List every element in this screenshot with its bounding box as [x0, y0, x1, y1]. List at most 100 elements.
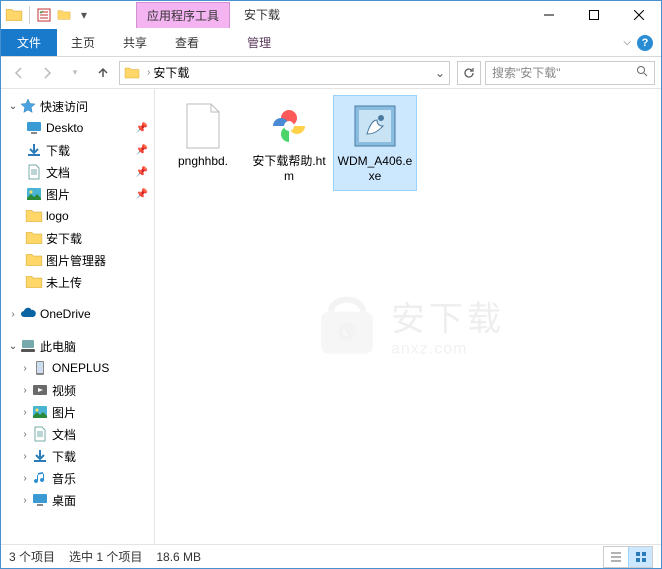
file-icon: [179, 102, 227, 150]
chevron-right-icon[interactable]: ›: [19, 363, 31, 374]
refresh-button[interactable]: [457, 61, 481, 85]
sidebar-item-pc-documents[interactable]: ›文档: [1, 423, 154, 445]
folder-icon: [25, 251, 43, 269]
nav-label: Deskto: [46, 121, 83, 135]
tab-manage[interactable]: 管理: [229, 29, 289, 56]
close-button[interactable]: [616, 1, 661, 29]
watermark-title: 安下载: [391, 292, 505, 341]
nav-label: 图片管理器: [46, 252, 106, 269]
nav-this-pc[interactable]: ⌄此电脑: [1, 335, 154, 357]
status-size: 18.6 MB: [156, 550, 201, 564]
separator: [29, 6, 30, 24]
music-icon: [31, 469, 49, 487]
sidebar-item-anxz[interactable]: 安下载: [1, 227, 154, 249]
item-label: 安下载帮助.htm: [250, 154, 328, 184]
chevron-right-icon[interactable]: ›: [19, 495, 31, 506]
new-folder-icon[interactable]: [56, 7, 72, 23]
chevron-right-icon[interactable]: ›: [7, 309, 19, 320]
item-list: pnghhbd. 安下载帮助.htm WDM_A406.exe: [155, 89, 661, 197]
properties-icon[interactable]: [36, 7, 52, 23]
file-item[interactable]: 安下载帮助.htm: [247, 95, 331, 191]
breadcrumb-item[interactable]: 安下载: [153, 64, 189, 81]
chevron-down-icon[interactable]: ⌄: [7, 101, 19, 112]
watermark-sub: anxz.com: [391, 341, 505, 359]
ribbon: 文件 主页 共享 查看 管理 ⌵ ?: [1, 29, 661, 57]
ribbon-expand-icon[interactable]: ⌵: [623, 37, 631, 48]
view-toggle: [603, 546, 653, 568]
sidebar-item-logo[interactable]: logo: [1, 205, 154, 227]
video-icon: [31, 381, 49, 399]
htm-icon: [265, 102, 313, 150]
nav-quick-access[interactable]: ⌄ 快速访问: [1, 95, 154, 117]
nav-label: 安下载: [46, 230, 82, 247]
pin-icon: 📌: [136, 189, 148, 200]
details-view-button[interactable]: [604, 547, 628, 567]
search-placeholder: 搜索"安下载": [492, 64, 636, 81]
maximize-button[interactable]: [571, 1, 616, 29]
search-input[interactable]: 搜索"安下载": [485, 61, 655, 85]
app-icon: [5, 6, 23, 24]
sidebar-item-img-mgr[interactable]: 图片管理器: [1, 249, 154, 271]
pc-icon: [19, 337, 37, 355]
content-pane[interactable]: pnghhbd. 安下载帮助.htm WDM_A406.exe 安下载 anxz…: [155, 89, 661, 544]
cloud-icon: [19, 305, 37, 323]
icons-view-button[interactable]: [628, 547, 652, 567]
nav-label: 视频: [52, 382, 76, 399]
window-title: 安下载: [230, 2, 294, 28]
tab-share[interactable]: 共享: [109, 29, 161, 56]
file-item-selected[interactable]: WDM_A406.exe: [333, 95, 417, 191]
window-controls: [526, 1, 661, 29]
watermark: 安下载 anxz.com: [311, 289, 505, 361]
sidebar-item-music[interactable]: › 音乐: [1, 467, 154, 489]
sidebar-item-downloads[interactable]: 下载📌: [1, 139, 154, 161]
body: ⌄ 快速访问 Deskto 📌 下载📌 文档📌 图片📌 logo 安下载 图片管理…: [1, 89, 661, 544]
up-button[interactable]: [91, 61, 115, 85]
explorer-window: ▾ 应用程序工具 安下载 文件 主页 共享 查看 管理 ⌵ ? ▾ › 安: [0, 0, 662, 569]
sidebar-item-pc-pictures[interactable]: ›图片: [1, 401, 154, 423]
sidebar-item-video[interactable]: › 视频: [1, 379, 154, 401]
chevron-right-icon[interactable]: ›: [19, 473, 31, 484]
help-icon[interactable]: ?: [637, 35, 653, 51]
chevron-right-icon[interactable]: ›: [147, 67, 150, 78]
file-tab[interactable]: 文件: [1, 29, 57, 56]
pin-icon: 📌: [136, 123, 148, 134]
search-icon: [636, 65, 648, 80]
pin-icon: 📌: [136, 145, 148, 156]
minimize-button[interactable]: [526, 1, 571, 29]
qat-customize-icon[interactable]: ▾: [76, 7, 92, 23]
sidebar-item-pc-downloads[interactable]: ›下载: [1, 445, 154, 467]
document-icon: [31, 425, 49, 443]
file-item[interactable]: pnghhbd.: [161, 95, 245, 191]
back-button[interactable]: [7, 61, 31, 85]
pictures-icon: [31, 403, 49, 421]
chevron-right-icon[interactable]: ›: [19, 385, 31, 396]
tab-home[interactable]: 主页: [57, 29, 109, 56]
ribbon-right: ⌵ ?: [623, 35, 661, 51]
nav-label: 音乐: [52, 470, 76, 487]
sidebar-item-oneplus[interactable]: ›ONEPLUS: [1, 357, 154, 379]
exe-icon: [351, 102, 399, 150]
star-icon: [19, 97, 37, 115]
sidebar-item-unuploaded[interactable]: 未上传: [1, 271, 154, 293]
chevron-right-icon[interactable]: ›: [19, 429, 31, 440]
sidebar-item-desktop[interactable]: Deskto 📌: [1, 117, 154, 139]
recent-button[interactable]: ▾: [63, 61, 87, 85]
sidebar-item-pictures[interactable]: 图片📌: [1, 183, 154, 205]
forward-button[interactable]: [35, 61, 59, 85]
chevron-right-icon[interactable]: ›: [19, 451, 31, 462]
pin-icon: 📌: [136, 167, 148, 178]
navigation-pane[interactable]: ⌄ 快速访问 Deskto 📌 下载📌 文档📌 图片📌 logo 安下载 图片管理…: [1, 89, 155, 544]
tab-view[interactable]: 查看: [161, 29, 213, 56]
breadcrumb[interactable]: › 安下载 ⌄: [119, 61, 450, 85]
sidebar-item-pc-desktop[interactable]: ›桌面: [1, 489, 154, 511]
chevron-down-icon[interactable]: ⌄: [7, 341, 19, 352]
quick-access-toolbar: ▾: [1, 6, 96, 24]
tab-app-tools[interactable]: 应用程序工具: [136, 2, 230, 28]
chevron-right-icon[interactable]: ›: [19, 407, 31, 418]
desktop-icon: [25, 119, 43, 137]
nav-label: 快速访问: [40, 98, 88, 115]
history-dropdown-icon[interactable]: ⌄: [435, 66, 445, 80]
nav-onedrive[interactable]: › OneDrive: [1, 303, 154, 325]
nav-label: OneDrive: [40, 307, 91, 321]
sidebar-item-documents[interactable]: 文档📌: [1, 161, 154, 183]
